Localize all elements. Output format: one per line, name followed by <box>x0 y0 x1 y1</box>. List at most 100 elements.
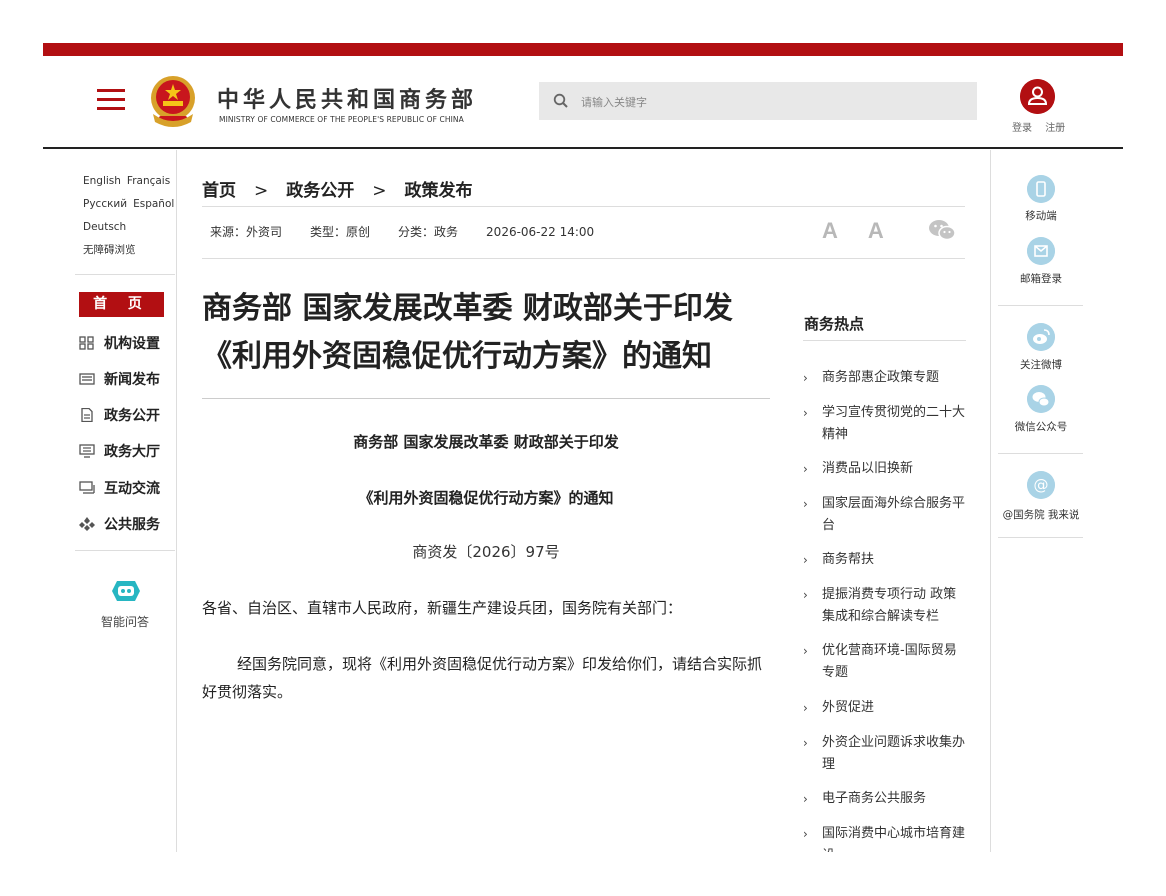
chevron-right-icon: › <box>803 406 808 420</box>
search-icon <box>553 93 568 108</box>
weibo-icon[interactable] <box>1027 323 1055 351</box>
search-placeholder: 请输入关键字 <box>581 96 647 109</box>
national-emblem-icon <box>151 76 195 127</box>
user-links: 登录 注册 <box>1012 119 1075 134</box>
grid-icon <box>79 336 94 350</box>
newspaper-icon <box>79 373 95 385</box>
meta-source: 来源：外资司 <box>210 225 283 239</box>
chevron-right-icon: › <box>803 792 808 806</box>
login-link[interactable]: 登录 <box>1012 123 1032 134</box>
at-gov-label[interactable]: @国务院 我来说 <box>996 507 1086 522</box>
breadcrumb-gov-affairs[interactable]: 政务公开 <box>286 181 354 201</box>
chevron-right-icon: › <box>803 588 808 602</box>
doc-heading-line2: 《利用外资固稳促优行动方案》的通知 <box>358 489 614 507</box>
chevron-right-icon: › <box>803 553 808 567</box>
service-icon <box>79 517 95 531</box>
site-title: 中华人民共和国商务部 <box>217 88 478 113</box>
hot-item[interactable]: › 消费品以旧换新 <box>803 458 966 480</box>
search-input[interactable]: 请输入关键字 <box>539 82 977 120</box>
divider <box>998 305 1083 306</box>
wechat-share-icon[interactable] <box>928 218 956 242</box>
divider <box>202 258 965 259</box>
doc-heading-line1: 商务部 国家发展改革委 财政部关于印发 <box>353 433 619 451</box>
chevron-right-icon: › <box>803 827 808 841</box>
sidebar-item-label: 公共服务 <box>104 517 160 533</box>
sidebar-item-organization[interactable]: 机构设置 <box>79 333 160 353</box>
article-title-line1: 商务部 国家发展改革委 财政部关于印发 <box>202 291 733 326</box>
font-smaller-button[interactable]: A <box>868 218 884 244</box>
mobile-icon[interactable] <box>1027 175 1055 203</box>
lang-russian[interactable]: Русский <box>83 198 127 210</box>
breadcrumb-separator: > <box>372 181 387 201</box>
wechat-icon[interactable] <box>1027 385 1055 413</box>
lang-french[interactable]: Français <box>127 175 170 187</box>
sidebar-item-label: 机构设置 <box>104 336 160 352</box>
article-title: 商务部 国家发展改革委 财政部关于印发 《利用外资固稳促优行动方案》的通知 <box>202 285 770 381</box>
sidebar-item-label: 政务大厅 <box>104 444 160 460</box>
hot-item[interactable]: › 商务帮扶 <box>803 549 966 571</box>
divider <box>998 453 1083 454</box>
sidebar-item-home[interactable]: 首 页 <box>79 292 164 317</box>
sidebar-item-label: 新闻发布 <box>104 372 160 388</box>
ai-assistant-label[interactable]: 智能问答 <box>101 613 149 630</box>
robot-icon[interactable] <box>108 578 144 604</box>
font-larger-button[interactable]: A <box>822 218 838 244</box>
lang-english[interactable]: English <box>83 175 121 187</box>
user-icon[interactable] <box>1020 79 1055 114</box>
accessibility-link[interactable]: 无障碍浏览 <box>83 244 136 256</box>
sidebar-item-gov-affairs[interactable]: 政务公开 <box>79 405 160 425</box>
sidebar-item-label: 互动交流 <box>104 481 160 497</box>
mail-label[interactable]: 邮箱登录 <box>996 271 1086 286</box>
chevron-right-icon: › <box>803 371 808 385</box>
svg-text:@: @ <box>1034 476 1049 494</box>
divider <box>75 274 175 275</box>
meta-datetime: 2026-06-22 14:00 <box>486 225 595 239</box>
hot-topics-title: 商务热点 <box>804 315 865 333</box>
breadcrumb: 首页 > 政务公开 > 政策发布 <box>202 176 473 201</box>
divider <box>803 340 966 341</box>
hot-item[interactable]: › 优化营商环境-国际贸易专题 <box>803 640 966 684</box>
menu-icon[interactable] <box>97 89 125 111</box>
hot-item[interactable]: › 电子商务公共服务 <box>803 788 966 810</box>
sidebar-item-public-service[interactable]: 公共服务 <box>79 514 160 534</box>
doc-number: 商资发〔2026〕97号 <box>412 543 560 561</box>
weibo-label[interactable]: 关注微博 <box>996 357 1086 372</box>
sidebar-item-news[interactable]: 新闻发布 <box>79 369 160 389</box>
breadcrumb-home[interactable]: 首页 <box>202 181 236 201</box>
lang-german[interactable]: Deutsch <box>83 221 126 233</box>
language-links: English Français Русский Español Deutsch 无… <box>83 170 178 262</box>
divider <box>75 550 175 551</box>
hot-item[interactable]: ›国际消费中心城市培育建设 <box>803 823 966 852</box>
at-icon[interactable]: @ <box>1027 471 1055 499</box>
sidebar-item-service-hall[interactable]: 政务大厅 <box>79 441 160 461</box>
wechat-label[interactable]: 微信公众号 <box>996 419 1086 434</box>
mail-icon[interactable] <box>1027 237 1055 265</box>
left-sidebar: English Français Русский Español Deutsch 无… <box>75 150 176 870</box>
lang-spanish[interactable]: Español <box>133 198 174 210</box>
divider <box>202 398 770 399</box>
chevron-right-icon: › <box>803 497 808 511</box>
hot-item[interactable]: › 学习宣传贯彻党的二十大精神 <box>803 402 966 446</box>
register-link[interactable]: 注册 <box>1045 123 1065 134</box>
divider <box>202 206 965 207</box>
article-title-line2: 《利用外资固稳促优行动方案》的通知 <box>202 339 712 374</box>
hot-item[interactable]: › 提振消费专项行动 政策集成和综合解读专栏 <box>803 584 966 628</box>
sidebar-item-interaction[interactable]: 互动交流 <box>79 478 160 498</box>
hot-item[interactable]: › 外贸促进 <box>803 697 966 719</box>
monitor-icon <box>79 444 95 458</box>
breadcrumb-policy[interactable]: 政策发布 <box>405 181 473 201</box>
top-red-bar <box>43 43 1123 56</box>
hot-item[interactable]: › 外资企业问题诉求收集办理 <box>803 732 966 776</box>
chevron-right-icon: › <box>803 644 808 658</box>
hot-item[interactable]: › 商务部惠企政策专题 <box>803 367 966 389</box>
divider <box>998 537 1083 538</box>
mobile-label[interactable]: 移动端 <box>996 208 1086 223</box>
right-divider <box>990 150 991 852</box>
doc-paragraph: 各省、自治区、直辖市人民政府，新疆生产建设兵团，国务院有关部门： <box>202 599 683 617</box>
article-meta: 来源：外资司 类型：原创 分类：政务 2026-06-22 14:00 <box>210 223 622 240</box>
chat-icon <box>79 481 95 494</box>
doc-paragraph: 经国务院同意，现将《利用外资固稳促优行动方案》印发给你们，请结合实际抓好贯彻落实… <box>202 655 763 701</box>
site-title-english: MINISTRY OF COMMERCE OF THE PEOPLE'S REP… <box>219 115 464 124</box>
hot-item[interactable]: › 国家层面海外综合服务平台 <box>803 493 966 537</box>
meta-category: 分类：政务 <box>398 225 459 239</box>
